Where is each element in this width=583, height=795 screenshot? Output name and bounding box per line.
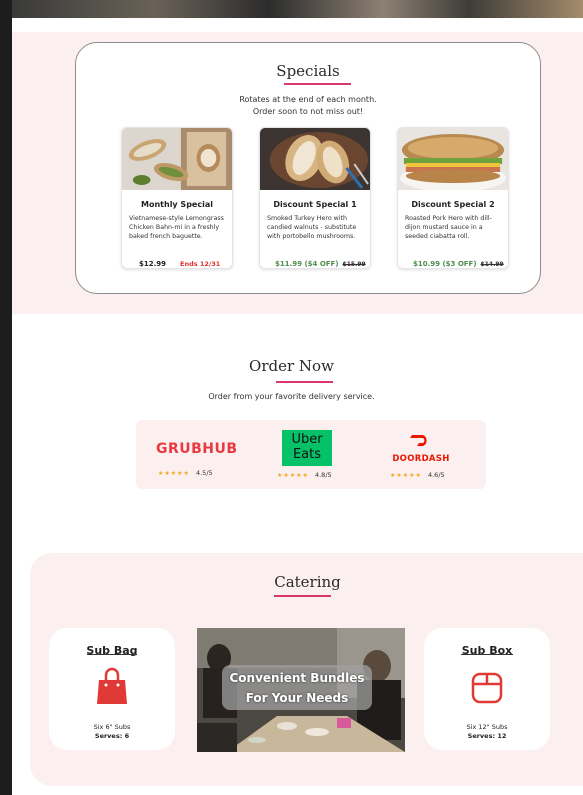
special-name: Discount Special 2 [411,200,495,209]
shopping-bag-icon [97,667,127,704]
specials-subtitle-1: Rotates at the end of each month. [239,95,377,104]
uber-eats-link[interactable]: Uber Eats [282,430,332,466]
star-rating-icon: ★★★★★ [390,472,422,479]
sub-box-size: Six 12" Subs [466,723,508,731]
special-price-group: $11.99 ($4 OFF) $15.99 [275,260,366,268]
catering-title: Catering [274,573,341,591]
sub-box-serves: Serves: 12 [467,732,507,740]
bundle-label-line-1: Convenient Bundles [229,671,365,685]
sub-bag-size: Six 6" Subs [93,723,131,731]
special-card-monthly[interactable]: Monthly Special Vietnamese-style Lemongr… [121,127,233,269]
doordash-logo: DOORDASH [392,454,450,464]
special-ends-badge: Ends 12/31 [180,260,221,268]
special-price-group: $10.99 ($3 OFF) $14.99 [413,260,504,268]
specials-subtitle-2: Order soon to not miss out! [252,107,364,116]
special-card-discount-2[interactable]: Discount Special 2 Roasted Pork Hero wit… [397,127,509,269]
banh-mi-photo [122,128,232,190]
special-price: $10.99 ($3 OFF) [413,260,477,268]
order-now-title: Order Now [249,357,334,375]
turkey-hero-photo [260,128,370,190]
special-description: Roasted Pork Hero with dill-dijon mustar… [405,215,492,240]
box-icon [471,672,503,704]
delivery-services-card: GRUBHUB ★★★★★ 4.5/5 Uber Eats ★★★★★ 4.8/… [136,420,486,489]
special-card-discount-1[interactable]: Discount Special 1 Smoked Turkey Hero wi… [259,127,371,269]
sub-box-title-underline [461,654,513,655]
rating-value: 4.6/5 [427,471,445,479]
special-original-price: $14.99 [480,261,504,268]
star-rating-icon: ★★★★★ [158,470,190,477]
grubhub-rating: ★★★★★ 4.5/5 [158,469,213,477]
sub-bag-title: Sub Bag [86,644,138,657]
hero-image-strip [12,0,583,18]
special-description: Vietnamese-style Lemongrass Chicken Bahn… [129,215,224,240]
catering-bundle-label: Convenient Bundles For Your Needs [222,665,372,710]
sub-bag-title-underline [87,654,137,655]
special-original-price: $15.99 [342,261,366,268]
special-name: Discount Special 1 [273,200,357,209]
special-price: $11.99 ($4 OFF) [275,260,339,268]
grubhub-logo: GRUBHUB [156,441,238,457]
doordash-rating: ★★★★★ 4.6/5 [390,471,445,479]
sub-bag-serves: Serves: 6 [94,732,130,740]
specials-title-underline [284,83,351,85]
catering-underline [274,595,331,597]
catering-photo[interactable]: Convenient Bundles For Your Needs [197,628,405,752]
grubhub-link[interactable]: GRUBHUB [156,441,238,457]
star-rating-icon: ★★★★★ [277,472,309,479]
pork-hero-photo [398,128,508,192]
order-now-underline [276,381,333,383]
sub-box-title: Sub Box [461,644,513,657]
order-now-subtitle: Order from your favorite delivery servic… [208,392,375,401]
sub-box-card[interactable]: Sub Box Six 12" Subs Serves: 12 [424,628,550,750]
special-description: Smoked Turkey Hero with candied walnuts … [267,215,357,240]
rating-value: 4.5/5 [195,469,213,477]
special-price: $12.99 [139,260,167,268]
bundle-label-line-2: For Your Needs [245,691,349,705]
uber-eats-rating: ★★★★★ 4.8/5 [277,471,332,479]
sub-bag-card[interactable]: Sub Bag Six 6" Subs Serves: 6 [49,628,175,750]
doordash-link[interactable]: DOORDASH [386,432,456,464]
rating-value: 4.8/5 [314,471,332,479]
doordash-dash-icon [410,435,427,446]
uber-eats-logo-line-1: Uber [291,432,323,447]
special-name: Monthly Special [141,200,213,209]
uber-eats-logo-line-2: Eats [292,447,322,462]
specials-card: Specials Rotates at the end of each mont… [75,42,541,294]
specials-title: Specials [276,62,340,80]
